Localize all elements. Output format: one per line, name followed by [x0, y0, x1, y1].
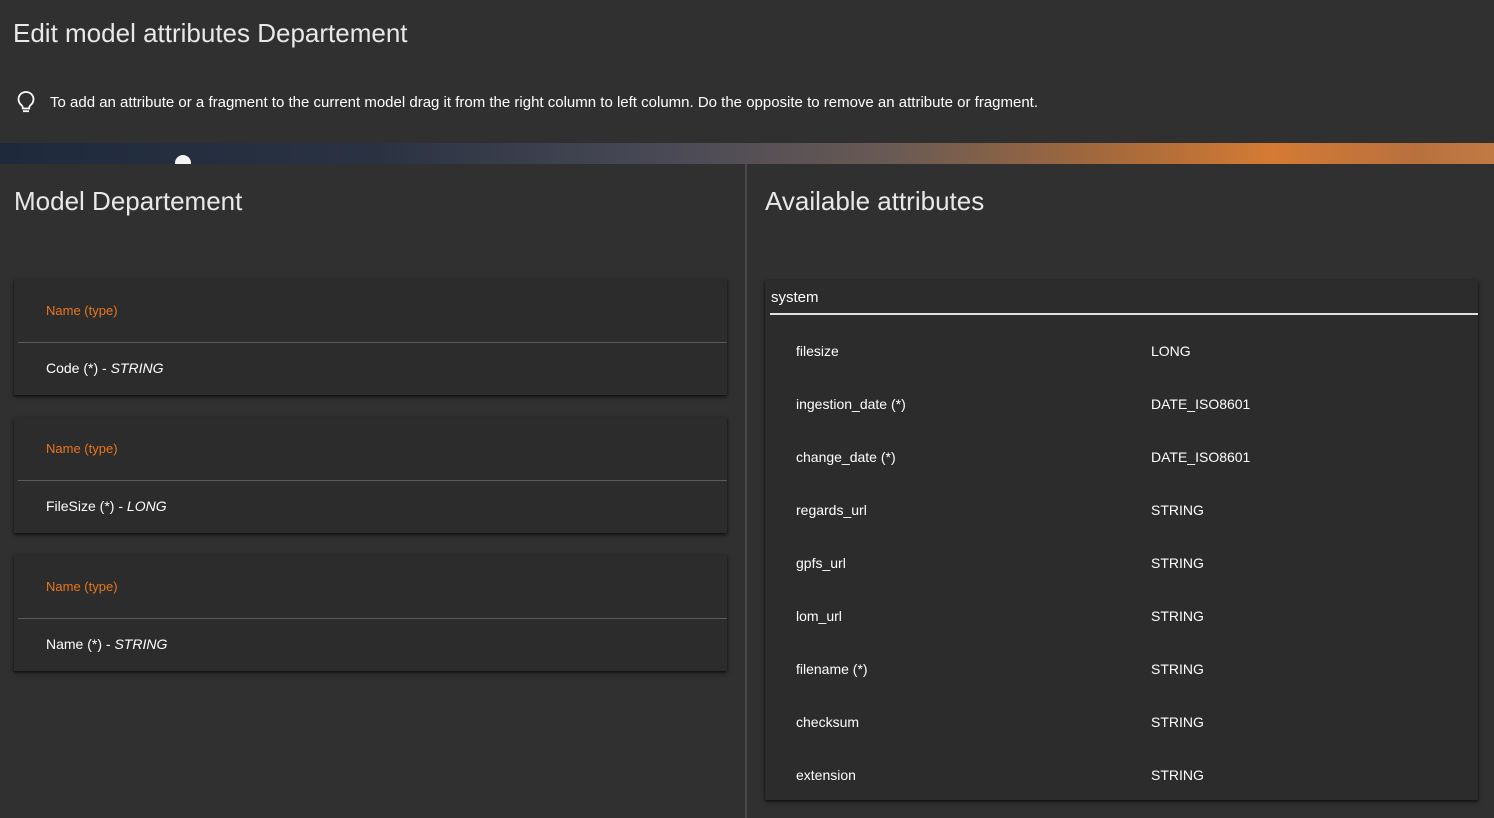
- available-attribute-row[interactable]: ingestion_date (*) DATE_ISO8601: [765, 394, 1478, 447]
- attribute-value: Name (*) - STRING: [46, 636, 167, 652]
- attribute-type: LONG: [1151, 343, 1191, 359]
- attribute-type: STRING: [114, 636, 168, 652]
- attribute-header: Name (type): [46, 579, 118, 594]
- fragment-panel: system filesize LONG ingestion_date (*) …: [765, 280, 1478, 800]
- model-attribute-card[interactable]: Name (type) Name (*) - STRING: [14, 555, 727, 671]
- moon-decoration: [175, 155, 191, 164]
- available-attribute-row[interactable]: lom_url STRING: [765, 606, 1478, 659]
- attribute-name: regards_url: [796, 502, 867, 518]
- available-column: Available attributes system filesize LON…: [747, 164, 1494, 818]
- divider: [18, 618, 727, 619]
- attribute-type: DATE_ISO8601: [1151, 396, 1251, 412]
- attribute-name: Code (*) -: [46, 360, 111, 376]
- attribute-type: DATE_ISO8601: [1151, 449, 1251, 465]
- attribute-name: filename (*): [796, 661, 868, 677]
- attribute-name: ingestion_date (*): [796, 396, 906, 412]
- attribute-type: LONG: [126, 498, 167, 514]
- available-attribute-row[interactable]: regards_url STRING: [765, 500, 1478, 553]
- model-title: Model Departement: [14, 186, 243, 216]
- attribute-header: Name (type): [46, 441, 118, 456]
- attribute-type: STRING: [1151, 767, 1204, 783]
- page-title: Edit model attributes Departement: [13, 18, 408, 48]
- attribute-type: STRING: [1151, 661, 1204, 677]
- attribute-header: Name (type): [46, 303, 118, 318]
- banner-image: [0, 143, 1494, 164]
- divider: [18, 480, 727, 481]
- model-column: Model Departement Name (type) Code (*) -…: [0, 164, 745, 818]
- divider: [18, 342, 727, 343]
- available-attribute-row[interactable]: filename (*) STRING: [765, 659, 1478, 712]
- available-attribute-row[interactable]: change_date (*) DATE_ISO8601: [765, 447, 1478, 500]
- attribute-type: STRING: [1151, 608, 1204, 624]
- attribute-name: filesize: [796, 343, 839, 359]
- model-attribute-card[interactable]: Name (type) FileSize (*) - LONG: [14, 417, 727, 533]
- attribute-name: Name (*) -: [46, 636, 115, 652]
- available-attribute-row[interactable]: extension STRING: [765, 765, 1478, 818]
- attribute-value: FileSize (*) - LONG: [46, 498, 167, 514]
- attribute-type: STRING: [1151, 714, 1204, 730]
- attribute-type: STRING: [1151, 502, 1204, 518]
- attribute-name: extension: [796, 767, 856, 783]
- attribute-type: STRING: [110, 360, 164, 376]
- available-title: Available attributes: [765, 186, 985, 216]
- attribute-name: gpfs_url: [796, 555, 846, 571]
- attribute-value: Code (*) - STRING: [46, 360, 163, 376]
- available-attribute-row[interactable]: filesize LONG: [765, 341, 1478, 394]
- fragment-name[interactable]: system: [771, 289, 819, 306]
- available-attribute-row[interactable]: checksum STRING: [765, 712, 1478, 765]
- model-attribute-card[interactable]: Name (type) Code (*) - STRING: [14, 279, 727, 395]
- fragment-underline: [770, 313, 1478, 315]
- hint-text: To add an attribute or a fragment to the…: [50, 93, 1039, 111]
- lightbulb-icon: [17, 91, 35, 113]
- attribute-name: checksum: [796, 714, 860, 730]
- attribute-name: lom_url: [796, 608, 842, 624]
- available-attribute-row[interactable]: gpfs_url STRING: [765, 553, 1478, 606]
- attribute-name: change_date (*): [796, 449, 896, 465]
- attribute-name: FileSize (*) -: [46, 498, 127, 514]
- attribute-type: STRING: [1151, 555, 1204, 571]
- hint-box: To add an attribute or a fragment to the…: [16, 90, 1038, 114]
